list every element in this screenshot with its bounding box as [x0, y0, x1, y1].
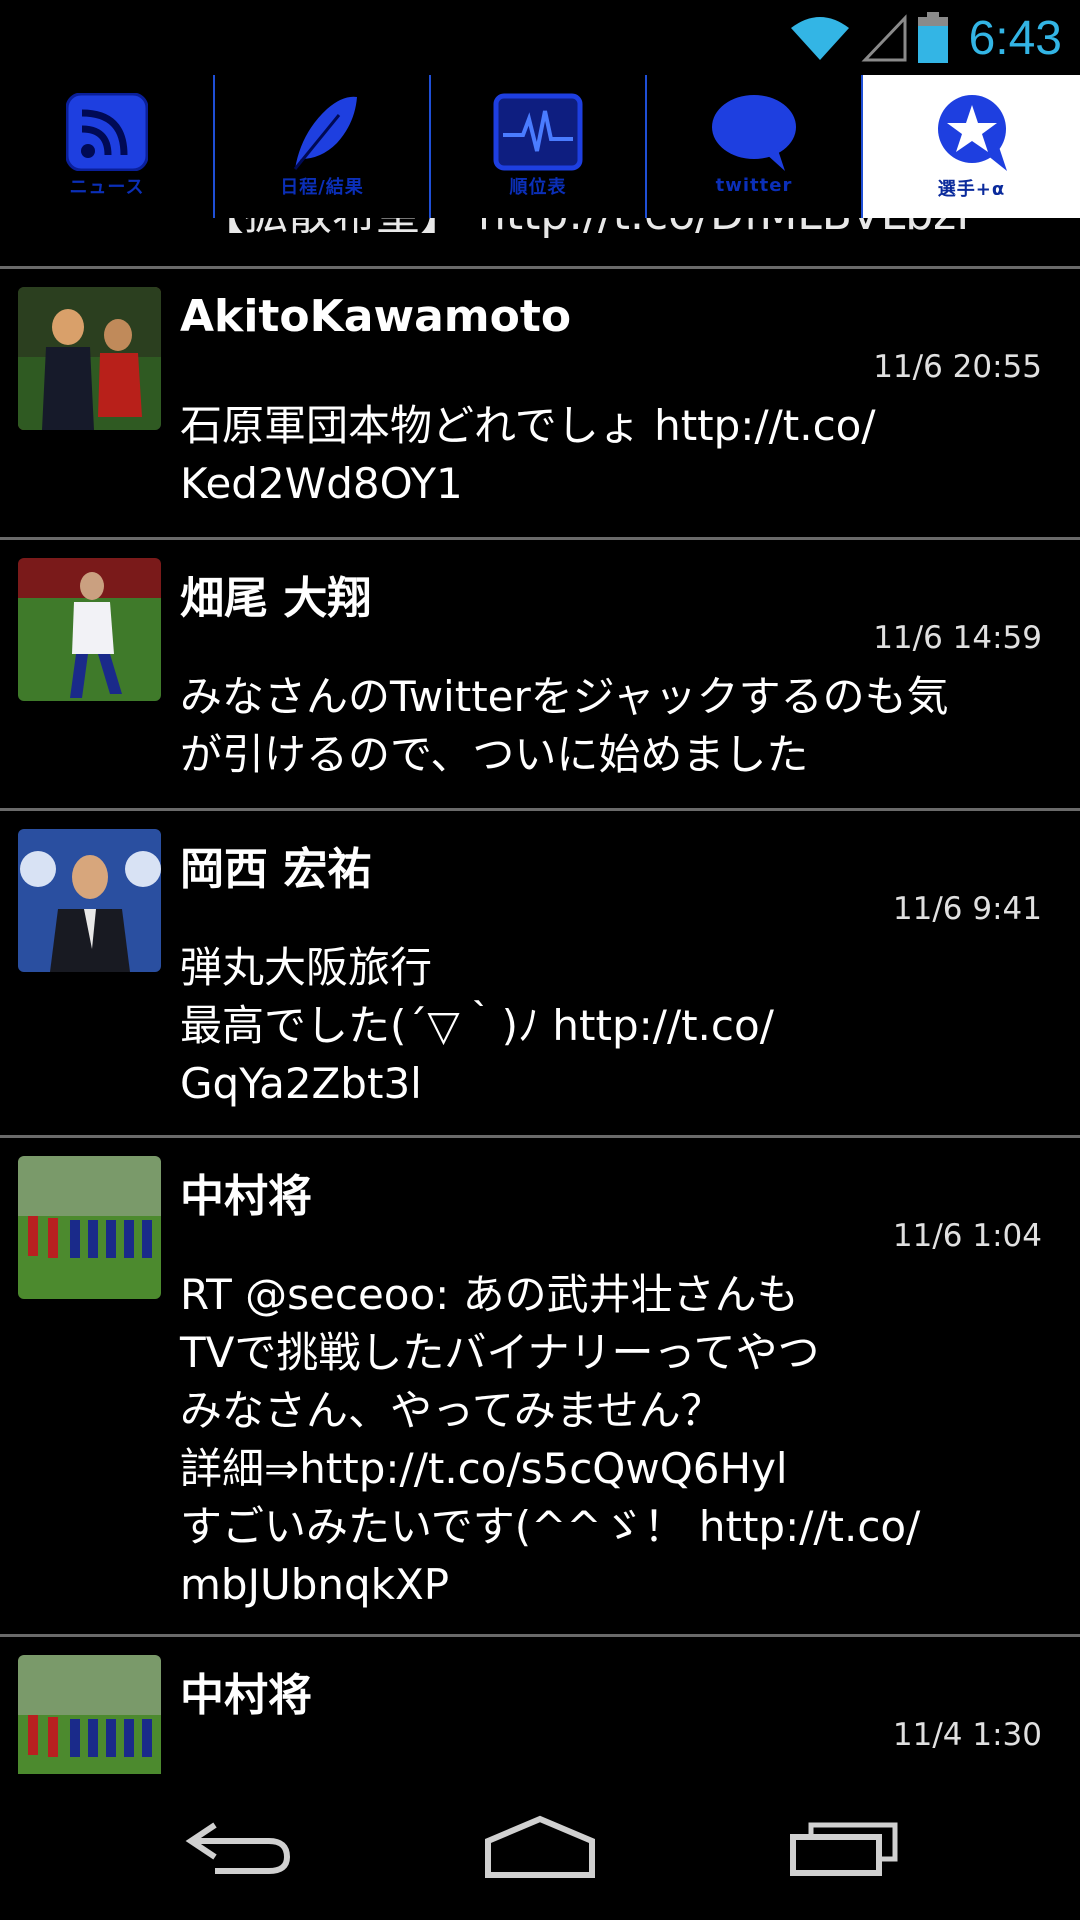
- tweet-time: 11/6 20:55: [873, 349, 1042, 385]
- tweet-text: 弾丸大阪旅行 最高でした(´▽｀)ﾉ http://t.co/ GqYa2Zbt…: [180, 943, 774, 1108]
- tweet-time: 11/6 1:04: [892, 1218, 1042, 1254]
- tab-twitter[interactable]: twitter: [647, 75, 861, 218]
- cut-off-text: 【拡散希望】 http://t.co/DfMLBVLbzI: [200, 218, 969, 242]
- tweet-username: 中村将: [180, 1670, 312, 1721]
- tweet-item[interactable]: 中村将 11/4 1:30: [0, 1634, 1080, 1774]
- tweet-username: 岡西 宏祐: [180, 844, 372, 895]
- tweet-item[interactable]: 中村将 11/6 1:04 RT @seceoo: あの武井壮さんも TVで挑戦…: [0, 1135, 1080, 1634]
- home-button[interactable]: [440, 1774, 640, 1920]
- back-icon: [185, 1822, 291, 1874]
- tweet-text: 石原軍団本物どれでしょ http://t.co/ Ked2Wd8OY1: [180, 401, 876, 508]
- recent-apps-icon: [790, 1822, 898, 1876]
- avatar: [18, 558, 161, 701]
- battery-icon: [917, 12, 948, 63]
- recent-apps-button[interactable]: [745, 1774, 945, 1920]
- avatar: [18, 829, 161, 972]
- tab-schedule-label: 日程/結果: [280, 177, 364, 198]
- tab-standings[interactable]: 順位表: [431, 75, 645, 218]
- tweet-time: 11/6 9:41: [892, 891, 1042, 927]
- tab-schedule[interactable]: 日程/結果: [215, 75, 429, 218]
- tweet-time: 11/6 14:59: [873, 620, 1042, 656]
- tweet-feed[interactable]: 【拡散希望】 http://t.co/DfMLBVLbzI AkitoKawam…: [0, 218, 1080, 1774]
- tab-bar: ニュース 日程/結果 順位表 twitter 選手+α: [0, 75, 1080, 218]
- home-icon: [485, 1815, 595, 1878]
- tweet-item[interactable]: 畑尾 大翔 11/6 14:59 みなさんのTwitterをジャックするのも気 …: [0, 537, 1080, 808]
- avatar: [18, 287, 161, 430]
- avatar: [18, 1156, 161, 1299]
- status-time: 6:43: [968, 11, 1062, 65]
- tab-players-label: 選手+α: [937, 179, 1006, 200]
- rss-icon: [66, 93, 148, 171]
- speech-bubble-icon: [712, 95, 796, 171]
- tab-standings-label: 順位表: [509, 177, 567, 198]
- tweet-text: RT @seceoo: あの武井壮さんも TVで挑戦したバイナリーってやつ みな…: [180, 1270, 921, 1609]
- status-bar: 6:43: [0, 0, 1080, 75]
- tweet-username: AkitoKawamoto: [180, 291, 572, 342]
- tweet-text: みなさんのTwitterをジャックするのも気 が引けるので、ついに始めました: [180, 672, 949, 779]
- tab-news-label: ニュース: [69, 177, 145, 198]
- wifi-icon: [790, 17, 849, 60]
- navigation-bar: [0, 1774, 1080, 1920]
- tab-twitter-label: twitter: [715, 175, 793, 196]
- tweet-username: 中村将: [180, 1171, 312, 1222]
- tab-news[interactable]: ニュース: [0, 75, 214, 218]
- back-button[interactable]: [140, 1774, 340, 1920]
- status-icons: 6:43: [789, 8, 1062, 68]
- tab-players[interactable]: 選手+α: [863, 75, 1080, 218]
- chart-monitor-icon: [493, 93, 583, 171]
- cut-off-tweet: 【拡散希望】 http://t.co/DfMLBVLbzI: [0, 218, 1080, 244]
- signal-icon: [861, 14, 907, 62]
- tweet-item[interactable]: 岡西 宏祐 11/6 9:41 弾丸大阪旅行 最高でした(´▽｀)ﾉ http:…: [0, 808, 1080, 1135]
- avatar: [18, 1655, 161, 1774]
- star-bubble-icon: [937, 95, 1007, 171]
- feather-icon: [293, 96, 357, 170]
- tweet-time: 11/4 1:30: [892, 1717, 1042, 1753]
- tweet-item[interactable]: AkitoKawamoto 11/6 20:55 石原軍団本物どれでしょ htt…: [0, 266, 1080, 537]
- tweet-username: 畑尾 大翔: [180, 573, 372, 624]
